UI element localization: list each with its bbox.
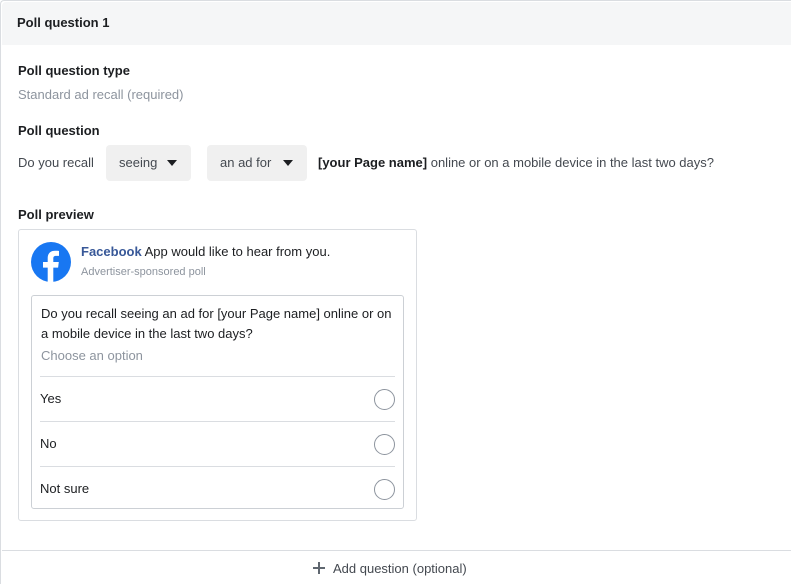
poll-preview-label: Poll preview bbox=[18, 207, 94, 222]
brand-message: App would like to hear from you. bbox=[144, 244, 331, 259]
page-name-placeholder: [your Page name] bbox=[318, 155, 428, 170]
plus-icon bbox=[313, 562, 325, 574]
footer: Add question (optional) bbox=[2, 550, 791, 584]
poll-option-label: Yes bbox=[40, 391, 62, 406]
poll-question-label: Poll question bbox=[18, 123, 100, 138]
question-suffix: online or on a mobile device in the last… bbox=[430, 155, 714, 170]
sponsor-text: Advertiser-sponsored poll bbox=[81, 266, 206, 278]
poll-question-builder: Do you recall seeing an ad for [your Pag… bbox=[18, 145, 788, 181]
caret-down-icon bbox=[167, 160, 177, 166]
section-title: Poll question 1 bbox=[17, 15, 110, 30]
object-dropdown-value: an ad for bbox=[220, 155, 272, 170]
verb-dropdown-value: seeing bbox=[119, 155, 158, 170]
question-type-label: Poll question type bbox=[18, 63, 130, 78]
add-question-label: Add question (optional) bbox=[333, 561, 467, 576]
question-prefix: Do you recall bbox=[18, 155, 94, 170]
verb-dropdown[interactable]: seeing bbox=[106, 145, 191, 181]
question-type-value: Standard ad recall (required) bbox=[18, 87, 184, 102]
poll-option-label: Not sure bbox=[40, 481, 90, 496]
radio-button-icon[interactable] bbox=[374, 479, 395, 500]
poll-option[interactable]: Yes bbox=[40, 376, 395, 421]
add-question-button[interactable]: Add question (optional) bbox=[313, 561, 467, 576]
poll-option-label: No bbox=[40, 436, 57, 451]
caret-down-icon bbox=[283, 160, 293, 166]
choose-option-text: Choose an option bbox=[41, 348, 143, 363]
section-header: Poll question 1 bbox=[2, 2, 791, 45]
radio-button-icon[interactable] bbox=[374, 434, 395, 455]
poll-question-panel: Poll question 1 Poll question type Stand… bbox=[0, 0, 791, 584]
poll-option[interactable]: Not sure bbox=[40, 466, 395, 511]
poll-preview-card: Facebook App would like to hear from you… bbox=[18, 229, 417, 521]
poll-preview-question: Do you recall seeing an ad for [your Pag… bbox=[41, 306, 392, 341]
poll-box: Do you recall seeing an ad for [your Pag… bbox=[31, 295, 404, 509]
facebook-logo-icon bbox=[31, 242, 71, 282]
brand-line: Facebook App would like to hear from you… bbox=[81, 244, 330, 259]
brand-name: Facebook bbox=[81, 244, 142, 259]
radio-button-icon[interactable] bbox=[374, 389, 395, 410]
object-dropdown[interactable]: an ad for bbox=[207, 145, 307, 181]
poll-option[interactable]: No bbox=[40, 421, 395, 466]
